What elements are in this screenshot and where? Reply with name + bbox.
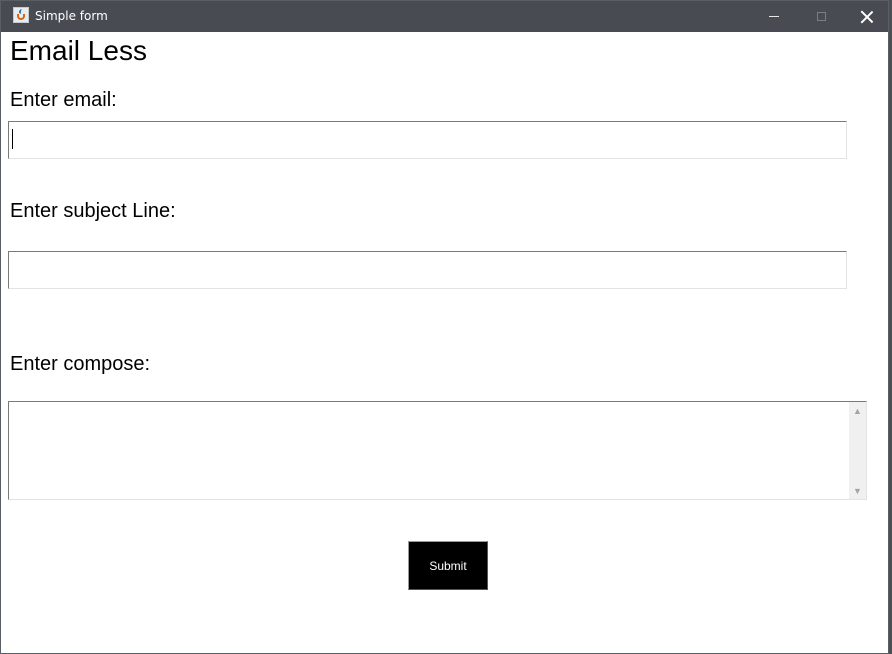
text-cursor — [12, 129, 13, 149]
chevron-down-icon[interactable]: ▼ — [849, 482, 866, 499]
email-label: Enter email: — [10, 89, 117, 111]
window-title: Simple form — [35, 9, 108, 23]
compose-label: Enter compose: — [10, 353, 151, 375]
java-cup-icon — [13, 7, 29, 23]
compose-textarea[interactable] — [9, 402, 848, 499]
maximize-icon — [816, 12, 826, 21]
compose-area: ▲ ▼ — [8, 401, 867, 500]
chevron-up-icon[interactable]: ▲ — [849, 402, 866, 419]
submit-button[interactable]: Submit — [408, 541, 488, 590]
close-button[interactable] — [844, 1, 890, 32]
title-bar[interactable]: Simple form — [1, 1, 888, 32]
app-window: Simple form Email Less Enter email: Ente… — [0, 0, 889, 654]
maximize-button[interactable] — [798, 1, 844, 32]
close-icon — [861, 11, 873, 23]
page-title: Email Less — [10, 35, 147, 66]
form-panel: Email Less Enter email: Enter subject Li… — [1, 32, 888, 654]
subject-label: Enter subject Line: — [10, 200, 176, 222]
email-field[interactable] — [8, 121, 847, 159]
subject-field[interactable] — [8, 251, 847, 289]
minimize-button[interactable] — [751, 1, 797, 32]
minimize-icon — [769, 16, 779, 17]
compose-scrollbar[interactable]: ▲ ▼ — [849, 402, 866, 499]
